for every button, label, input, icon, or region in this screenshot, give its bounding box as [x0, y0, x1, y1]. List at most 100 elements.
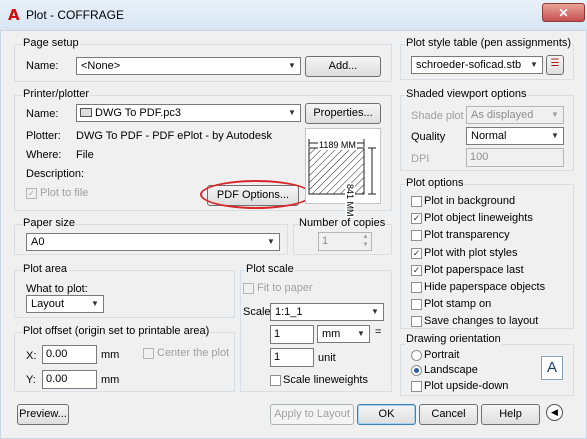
shaded-viewport-heading: Shaded viewport options: [405, 88, 528, 100]
what-to-plot-label: What to plot:: [26, 283, 88, 295]
scale-unit-label: unit: [318, 352, 336, 364]
highlight-annotation: [200, 180, 312, 209]
title-bar: A Plot - COFFRAGE ✕: [0, 0, 587, 31]
window-title: Plot - COFFRAGE: [26, 8, 125, 22]
plot-option-label: Plot object lineweights: [424, 212, 533, 224]
plot-scale-heading: Plot scale: [245, 263, 295, 275]
plot-style-table-heading: Plot style table (pen assignments): [405, 37, 573, 49]
scale-paper-units-input[interactable]: 1: [270, 325, 314, 344]
dropdown-arrow-icon: ▼: [551, 131, 559, 140]
scale-drawing-units-value: 1: [274, 351, 281, 363]
ok-button[interactable]: OK: [357, 404, 416, 425]
collapse-icon: ◀: [551, 407, 558, 417]
printer-name-dropdown[interactable]: DWG To PDF.pc3 ▼: [76, 104, 301, 122]
plot-option-checkbox[interactable]: [411, 316, 422, 327]
cancel-button[interactable]: Cancel: [419, 404, 478, 425]
dropdown-arrow-icon: ▼: [267, 237, 275, 246]
fit-to-paper-checkbox[interactable]: [243, 283, 254, 294]
scale-paper-units-value: 1: [274, 328, 281, 340]
offset-y-input[interactable]: 0.00: [42, 370, 97, 389]
scale-lineweights-checkbox[interactable]: [270, 375, 281, 386]
plot-option-checkbox[interactable]: ✓: [411, 248, 422, 259]
printer-plotter-heading: Printer/plotter: [22, 88, 91, 100]
scale-units-dropdown[interactable]: mm ▼: [317, 325, 370, 343]
add-page-setup-button[interactable]: Add...: [305, 56, 381, 77]
scale-drawing-units-input[interactable]: 1: [270, 348, 314, 367]
close-button[interactable]: ✕: [542, 3, 585, 22]
dpi-value: 100: [470, 151, 489, 163]
offset-x-value: 0.00: [46, 348, 68, 360]
description-label: Description:: [26, 168, 85, 180]
plot-option-checkbox[interactable]: ✓: [411, 265, 422, 276]
quality-dropdown[interactable]: Normal ▼: [466, 127, 564, 145]
dropdown-arrow-icon: ▼: [551, 110, 559, 119]
page-setup-name-value: <None>: [81, 60, 121, 72]
copies-value: 1: [322, 235, 329, 247]
plot-area-heading: Plot area: [22, 263, 69, 275]
dropdown-arrow-icon: ▼: [530, 60, 538, 69]
properties-button[interactable]: Properties...: [305, 103, 381, 124]
where-label: Where:: [26, 149, 62, 161]
dropdown-arrow-icon: ▼: [371, 307, 379, 316]
plot-option-label: Plot in background: [424, 195, 516, 207]
paper-size-value: A0: [31, 236, 45, 248]
what-to-plot-dropdown[interactable]: Layout ▼: [26, 295, 104, 313]
close-icon: ✕: [558, 6, 569, 20]
collapse-button[interactable]: ◀: [546, 404, 563, 421]
landscape-orientation-icon: A: [541, 356, 563, 380]
dpi-label: DPI: [411, 153, 430, 165]
apply-to-layout-button[interactable]: Apply to Layout: [270, 404, 354, 425]
preview-width-label: 1189 MM: [318, 140, 357, 150]
copies-spinner[interactable]: ▲ ▼: [360, 233, 371, 250]
scale-equals-sign: =: [375, 326, 382, 338]
printer-icon: [80, 108, 92, 117]
paper-size-heading: Paper size: [22, 217, 76, 229]
plot-style-edit-icon: ☰: [550, 58, 560, 69]
offset-y-value: 0.00: [46, 373, 68, 385]
scale-units-value: mm: [322, 328, 341, 340]
printer-name-label: Name:: [26, 108, 59, 120]
preview-height-label: 841 MM: [345, 183, 355, 218]
offset-x-input[interactable]: 0.00: [42, 345, 97, 364]
offset-y-unit: mm: [101, 374, 120, 386]
plot-option-label: Plot with plot styles: [424, 247, 518, 259]
shade-plot-label: Shade plot: [411, 110, 464, 122]
plot-option-label: Plot transparency: [424, 229, 510, 241]
plot-option-checkbox[interactable]: [411, 230, 422, 241]
landscape-label: Landscape: [424, 364, 478, 376]
plot-to-file-checkbox[interactable]: ✓: [26, 188, 37, 199]
plot-option-checkbox[interactable]: [411, 196, 422, 207]
center-plot-label: Center the plot: [157, 347, 230, 359]
offset-y-label: Y:: [26, 374, 36, 386]
portrait-label: Portrait: [424, 349, 460, 361]
plot-option-checkbox[interactable]: [411, 282, 422, 293]
page-setup-name-dropdown[interactable]: <None> ▼: [76, 57, 301, 75]
dpi-input[interactable]: 100: [466, 148, 564, 167]
center-plot-checkbox[interactable]: [143, 348, 154, 359]
dropdown-arrow-icon: ▼: [91, 299, 99, 308]
help-button[interactable]: Help: [481, 404, 540, 425]
portrait-radio[interactable]: [411, 350, 422, 361]
plot-option-checkbox[interactable]: [411, 299, 422, 310]
plotter-value: DWG To PDF - PDF ePlot - by Autodesk: [76, 130, 273, 142]
landscape-radio[interactable]: [411, 365, 422, 376]
dropdown-arrow-icon: ▼: [288, 108, 296, 117]
quality-value: Normal: [471, 130, 507, 142]
scale-dropdown[interactable]: 1:1_1 ▼: [270, 303, 384, 321]
plot-option-checkbox[interactable]: ✓: [411, 213, 422, 224]
plot-to-file-label: Plot to file: [40, 187, 89, 199]
autocad-logo-icon: A: [8, 6, 20, 24]
offset-x-label: X:: [26, 350, 37, 362]
preview-button[interactable]: Preview...: [17, 404, 69, 425]
scale-lineweights-label: Scale lineweights: [283, 374, 368, 386]
plot-upside-down-checkbox[interactable]: [411, 381, 422, 392]
plot-option-label: Save changes to layout: [424, 315, 539, 327]
plot-upside-down-label: Plot upside-down: [424, 380, 509, 392]
plot-style-table-dropdown[interactable]: schroeder-soficad.stb ▼: [411, 56, 543, 74]
plot-style-table-value: schroeder-soficad.stb: [416, 59, 522, 71]
shade-plot-value: As displayed: [471, 109, 534, 121]
plotter-label: Plotter:: [26, 130, 61, 142]
shade-plot-dropdown[interactable]: As displayed ▼: [466, 106, 564, 124]
paper-size-dropdown[interactable]: A0 ▼: [26, 233, 280, 251]
plot-style-edit-button[interactable]: ☰: [546, 55, 564, 75]
